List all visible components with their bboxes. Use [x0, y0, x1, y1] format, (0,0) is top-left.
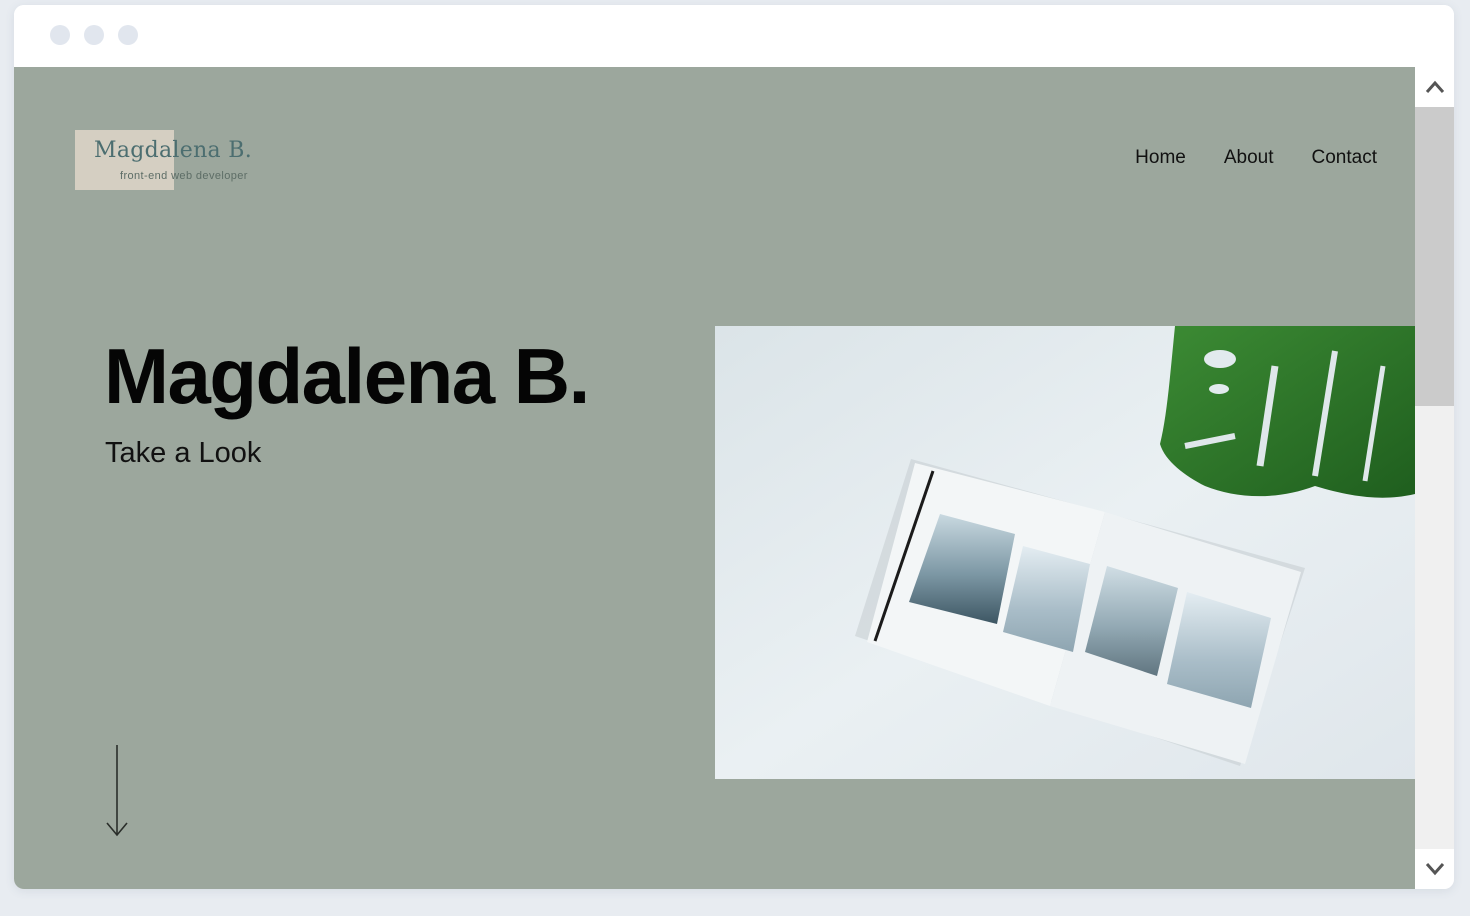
browser-window: Magdalena B. front-end web developer Hom… — [14, 5, 1454, 889]
nav-home-link[interactable]: Home — [1135, 147, 1186, 169]
logo-name: Magdalena B. — [94, 138, 253, 163]
arrow-down-icon[interactable] — [104, 745, 130, 839]
window-minimize-dot[interactable] — [84, 25, 104, 45]
chevron-down-icon[interactable] — [1415, 849, 1454, 889]
window-close-dot[interactable] — [50, 25, 70, 45]
vertical-scrollbar[interactable] — [1415, 67, 1454, 889]
hero-image — [715, 326, 1415, 779]
scrollbar-thumb[interactable] — [1415, 107, 1454, 406]
main-nav: Home About Contact — [1135, 147, 1377, 169]
hero-title: Magdalena B. — [104, 332, 590, 420]
chevron-up-icon[interactable] — [1415, 67, 1454, 107]
nav-contact-link[interactable]: Contact — [1312, 147, 1377, 169]
logo-tagline: front-end web developer — [120, 170, 248, 182]
site-logo[interactable]: Magdalena B. front-end web developer — [75, 130, 260, 192]
page-viewport: Magdalena B. front-end web developer Hom… — [14, 67, 1415, 889]
hero-subtitle: Take a Look — [105, 437, 262, 469]
window-maximize-dot[interactable] — [118, 25, 138, 45]
title-bar — [14, 5, 1454, 68]
nav-about-link[interactable]: About — [1224, 147, 1274, 169]
monstera-leaf-graphic — [1160, 326, 1415, 498]
